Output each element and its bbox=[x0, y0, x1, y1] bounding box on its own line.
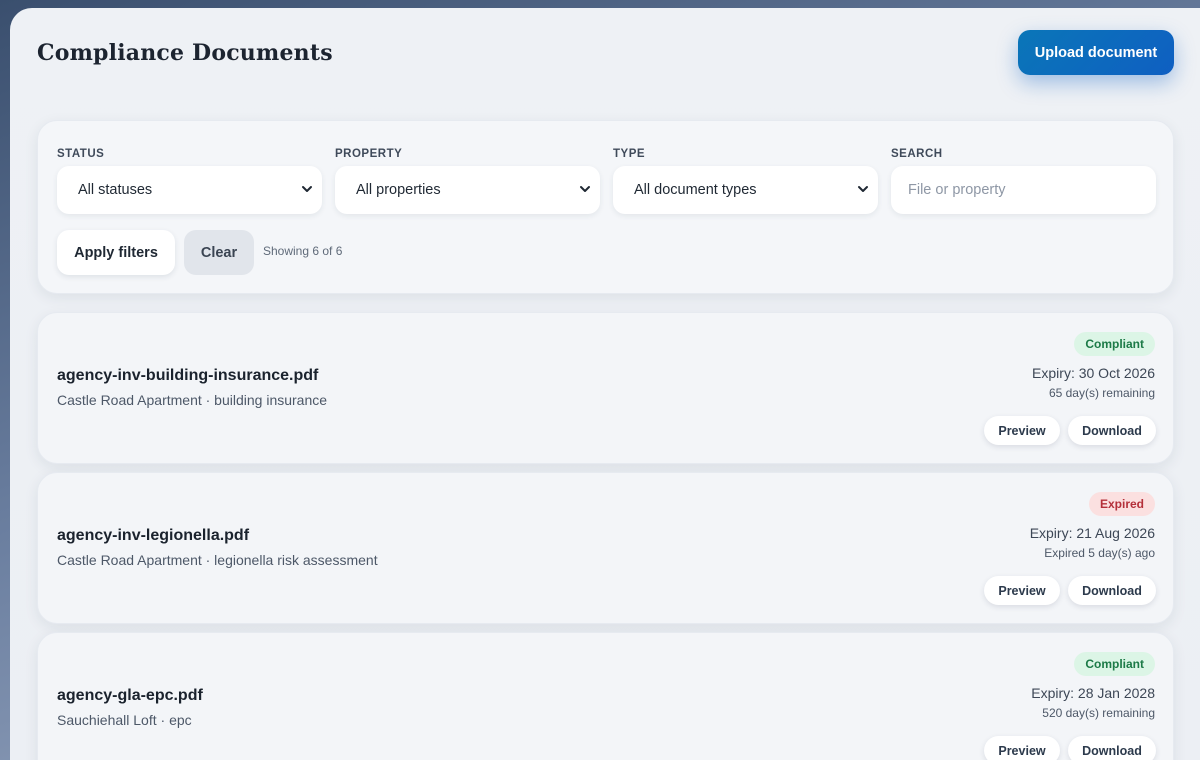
property-filter-label: PROPERTY bbox=[335, 148, 403, 160]
document-name: agency-gla-epc.pdf bbox=[57, 687, 203, 704]
apply-filters-button[interactable]: Apply filters bbox=[57, 230, 175, 275]
search-filter-label: SEARCH bbox=[891, 148, 943, 160]
status-select[interactable]: All statuses bbox=[57, 166, 322, 214]
chevron-down-icon bbox=[580, 186, 590, 192]
preview-button[interactable]: Preview bbox=[984, 736, 1060, 760]
document-name: agency-inv-legionella.pdf bbox=[57, 527, 250, 544]
main-panel: Compliance Documents Upload document STA… bbox=[10, 8, 1200, 760]
type-filter-label: TYPE bbox=[613, 148, 646, 160]
status-badge: Expired bbox=[1088, 492, 1155, 516]
status-filter-label: STATUS bbox=[57, 148, 105, 160]
results-count: Showing 6 of 6 bbox=[263, 244, 343, 258]
status-badge: Compliant bbox=[1074, 332, 1155, 356]
search-filter: SEARCH File or property bbox=[891, 148, 1156, 214]
chevron-down-icon bbox=[858, 186, 868, 192]
document-card: agency-inv-legionella.pdf Castle Road Ap… bbox=[37, 472, 1174, 624]
property-select[interactable]: All properties bbox=[335, 166, 600, 214]
days-remaining: Expired 5 day(s) ago bbox=[1044, 546, 1155, 560]
type-filter: TYPE All document types bbox=[613, 148, 878, 214]
document-card: agency-inv-building-insurance.pdf Castle… bbox=[37, 312, 1174, 464]
download-button[interactable]: Download bbox=[1068, 416, 1156, 445]
document-card: agency-gla-epc.pdf Sauchiehall Loft · ep… bbox=[37, 632, 1174, 760]
page-title: Compliance Documents bbox=[37, 40, 333, 66]
property-select-value: All properties bbox=[356, 182, 441, 198]
filter-panel: STATUS All statuses PROPERTY All propert… bbox=[37, 120, 1174, 294]
search-input[interactable]: File or property bbox=[891, 166, 1156, 214]
document-meta: Castle Road Apartment · legionella risk … bbox=[57, 552, 378, 568]
days-remaining: 65 day(s) remaining bbox=[1048, 386, 1155, 400]
chevron-down-icon bbox=[302, 186, 312, 192]
type-select[interactable]: All document types bbox=[613, 166, 878, 214]
property-filter: PROPERTY All properties bbox=[335, 148, 600, 214]
preview-button[interactable]: Preview bbox=[984, 416, 1060, 445]
status-filter: STATUS All statuses bbox=[57, 148, 322, 214]
status-select-value: All statuses bbox=[78, 182, 153, 198]
expiry-date: Expiry: 21 Aug 2026 bbox=[1029, 525, 1155, 541]
preview-button[interactable]: Preview bbox=[984, 576, 1060, 605]
clear-filters-button[interactable]: Clear bbox=[184, 230, 254, 275]
download-button[interactable]: Download bbox=[1068, 576, 1156, 605]
expiry-date: Expiry: 28 Jan 2028 bbox=[1031, 685, 1155, 701]
download-button[interactable]: Download bbox=[1068, 736, 1156, 760]
status-badge: Compliant bbox=[1074, 652, 1155, 676]
type-select-value: All document types bbox=[634, 182, 757, 198]
document-meta: Sauchiehall Loft · epc bbox=[57, 712, 192, 728]
upload-document-button[interactable]: Upload document bbox=[1018, 30, 1174, 75]
expiry-date: Expiry: 30 Oct 2026 bbox=[1032, 365, 1155, 381]
document-meta: Castle Road Apartment · building insuran… bbox=[57, 392, 328, 408]
days-remaining: 520 day(s) remaining bbox=[1042, 706, 1155, 720]
document-name: agency-inv-building-insurance.pdf bbox=[57, 367, 319, 384]
